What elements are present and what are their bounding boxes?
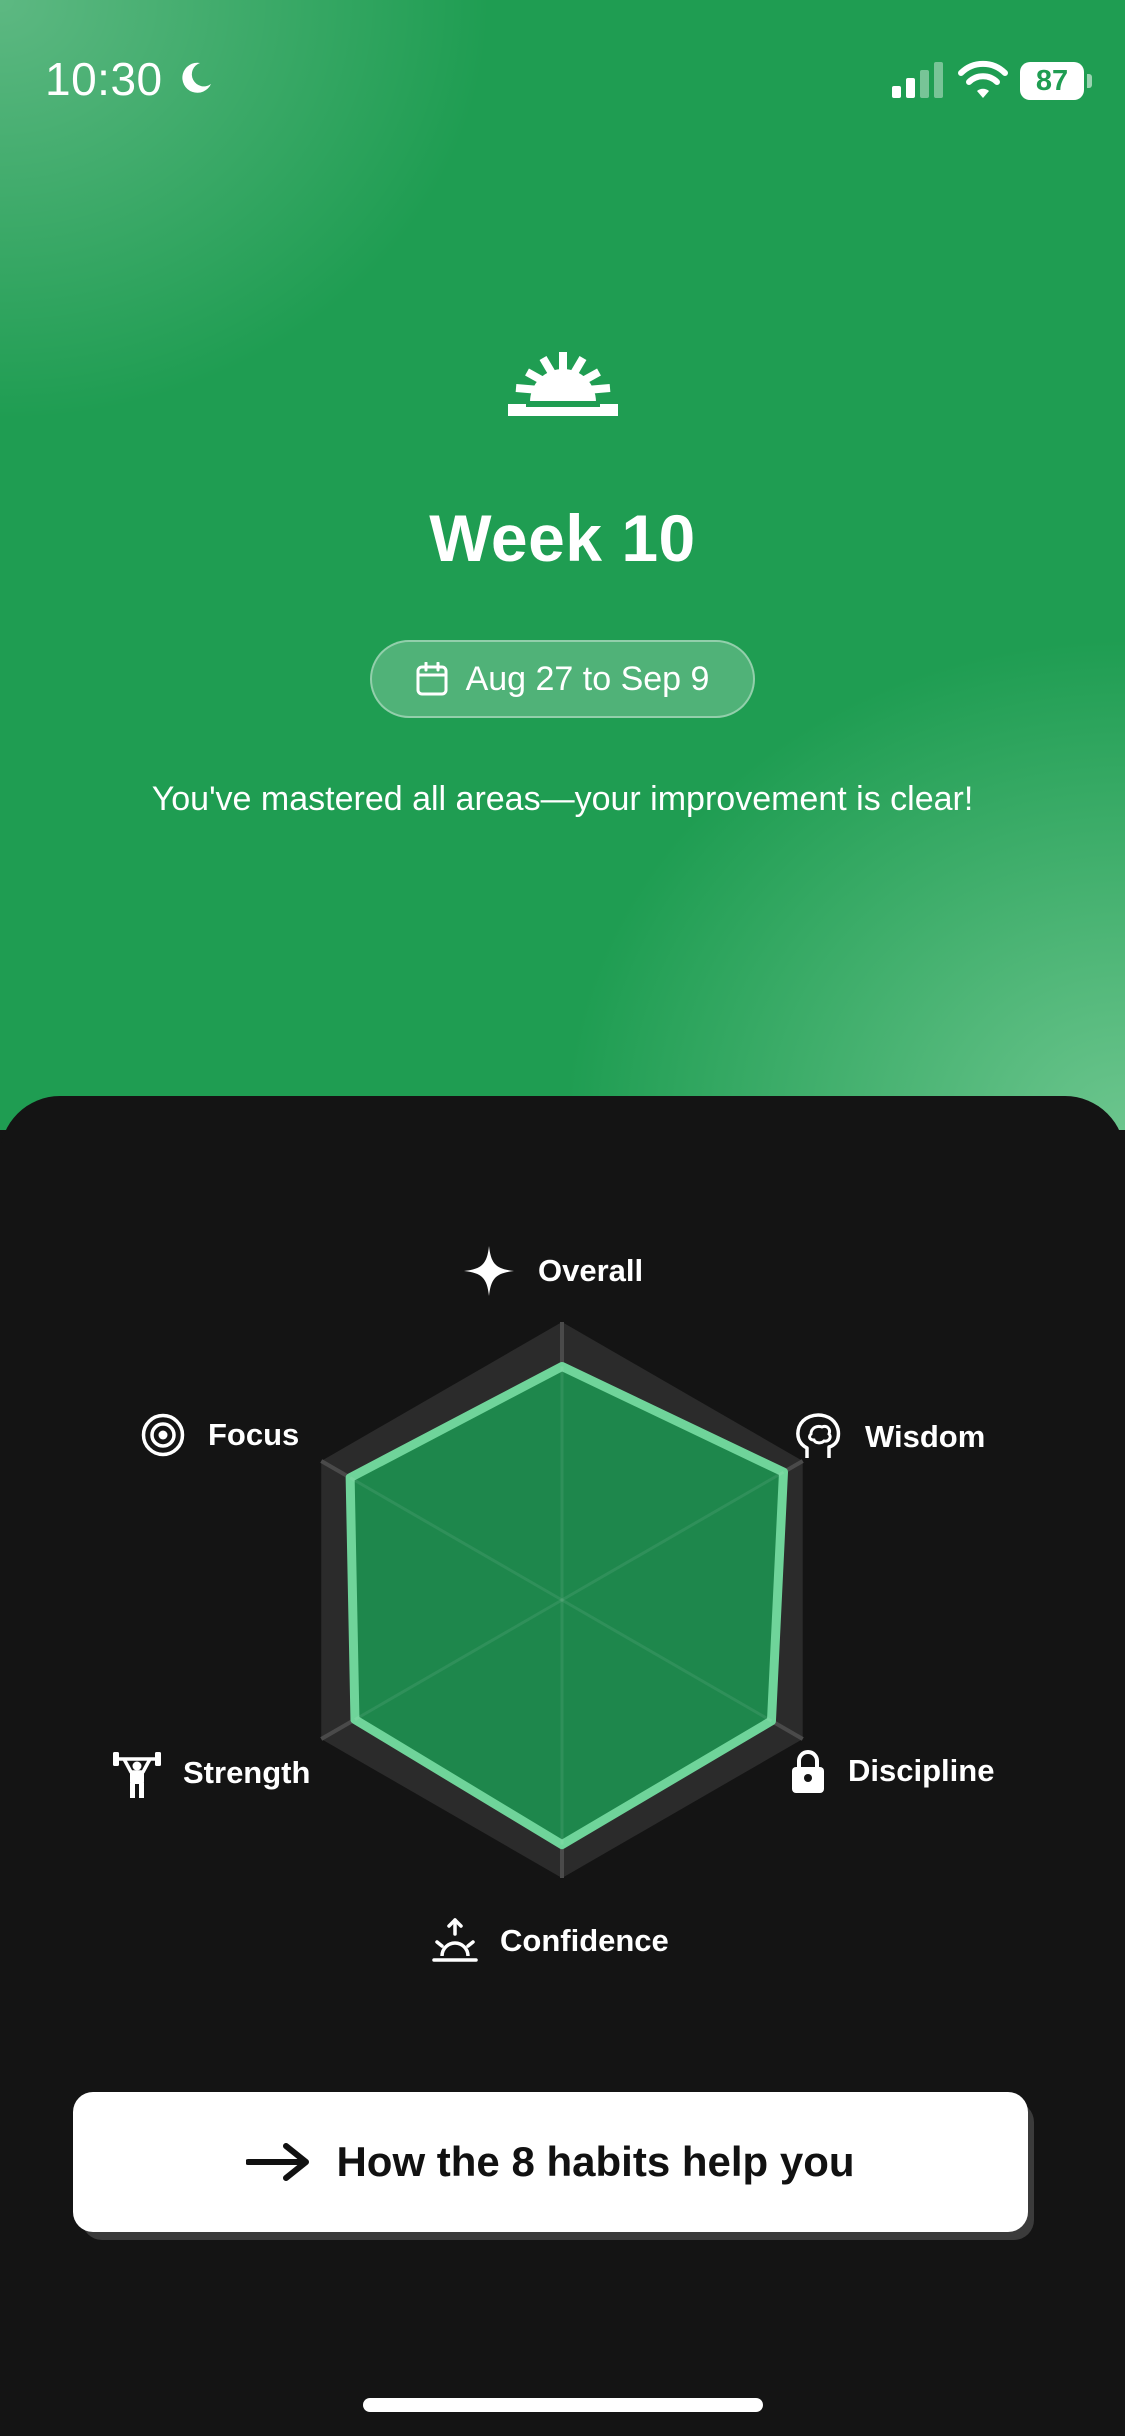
sparkle-icon xyxy=(464,1246,514,1296)
battery-icon: 87 xyxy=(1020,62,1092,100)
brain-head-icon xyxy=(796,1413,841,1458)
battery-level: 87 xyxy=(1020,62,1084,100)
battery-tip xyxy=(1087,74,1092,88)
home-indicator[interactable] xyxy=(363,2398,763,2412)
axis-label-discipline: Discipline xyxy=(790,1748,994,1794)
sun-rising-icon xyxy=(508,352,618,416)
wifi-icon xyxy=(958,60,1008,98)
status-bar: 10:30 87 xyxy=(0,0,1125,160)
radar-chart: Overall Wisdom Discipline Confidence Str… xyxy=(0,1096,1125,1996)
cta-label: How the 8 habits help you xyxy=(336,2138,855,2185)
date-range-pill[interactable]: Aug 27 to Sep 9 xyxy=(370,640,755,718)
axis-label-text: Strength xyxy=(183,1755,311,1790)
axis-label-confidence: Confidence xyxy=(432,1918,669,1964)
moon-icon xyxy=(182,62,211,93)
axis-label-text: Focus xyxy=(208,1417,300,1452)
date-range-text: Aug 27 to Sep 9 xyxy=(465,659,710,698)
weightlifter-icon xyxy=(113,1752,161,1798)
target-icon xyxy=(141,1413,185,1457)
axis-label-text: Confidence xyxy=(500,1923,669,1958)
axis-label-text: Overall xyxy=(538,1253,644,1288)
axis-label-overall: Overall xyxy=(462,1244,643,1298)
axis-label-focus: Focus xyxy=(140,1412,299,1458)
habits-info-button[interactable]: How the 8 habits help you xyxy=(73,2092,1028,2232)
lock-icon xyxy=(792,1750,824,1793)
sunrise-icon xyxy=(432,1918,478,1962)
axis-label-strength: Strength xyxy=(113,1748,310,1798)
axis-label-text: Discipline xyxy=(848,1753,995,1788)
summary-text: You've mastered all areas—your improveme… xyxy=(151,780,974,818)
status-time: 10:30 xyxy=(45,53,163,105)
axis-label-text: Wisdom xyxy=(865,1419,986,1454)
calendar-icon xyxy=(416,662,448,696)
page-title: Week 10 xyxy=(429,501,696,575)
arrow-right-icon xyxy=(246,2143,310,2181)
radar-chart-canvas xyxy=(320,1322,804,1878)
axis-label-wisdom: Wisdom xyxy=(793,1412,985,1462)
signal-icon xyxy=(892,62,943,98)
